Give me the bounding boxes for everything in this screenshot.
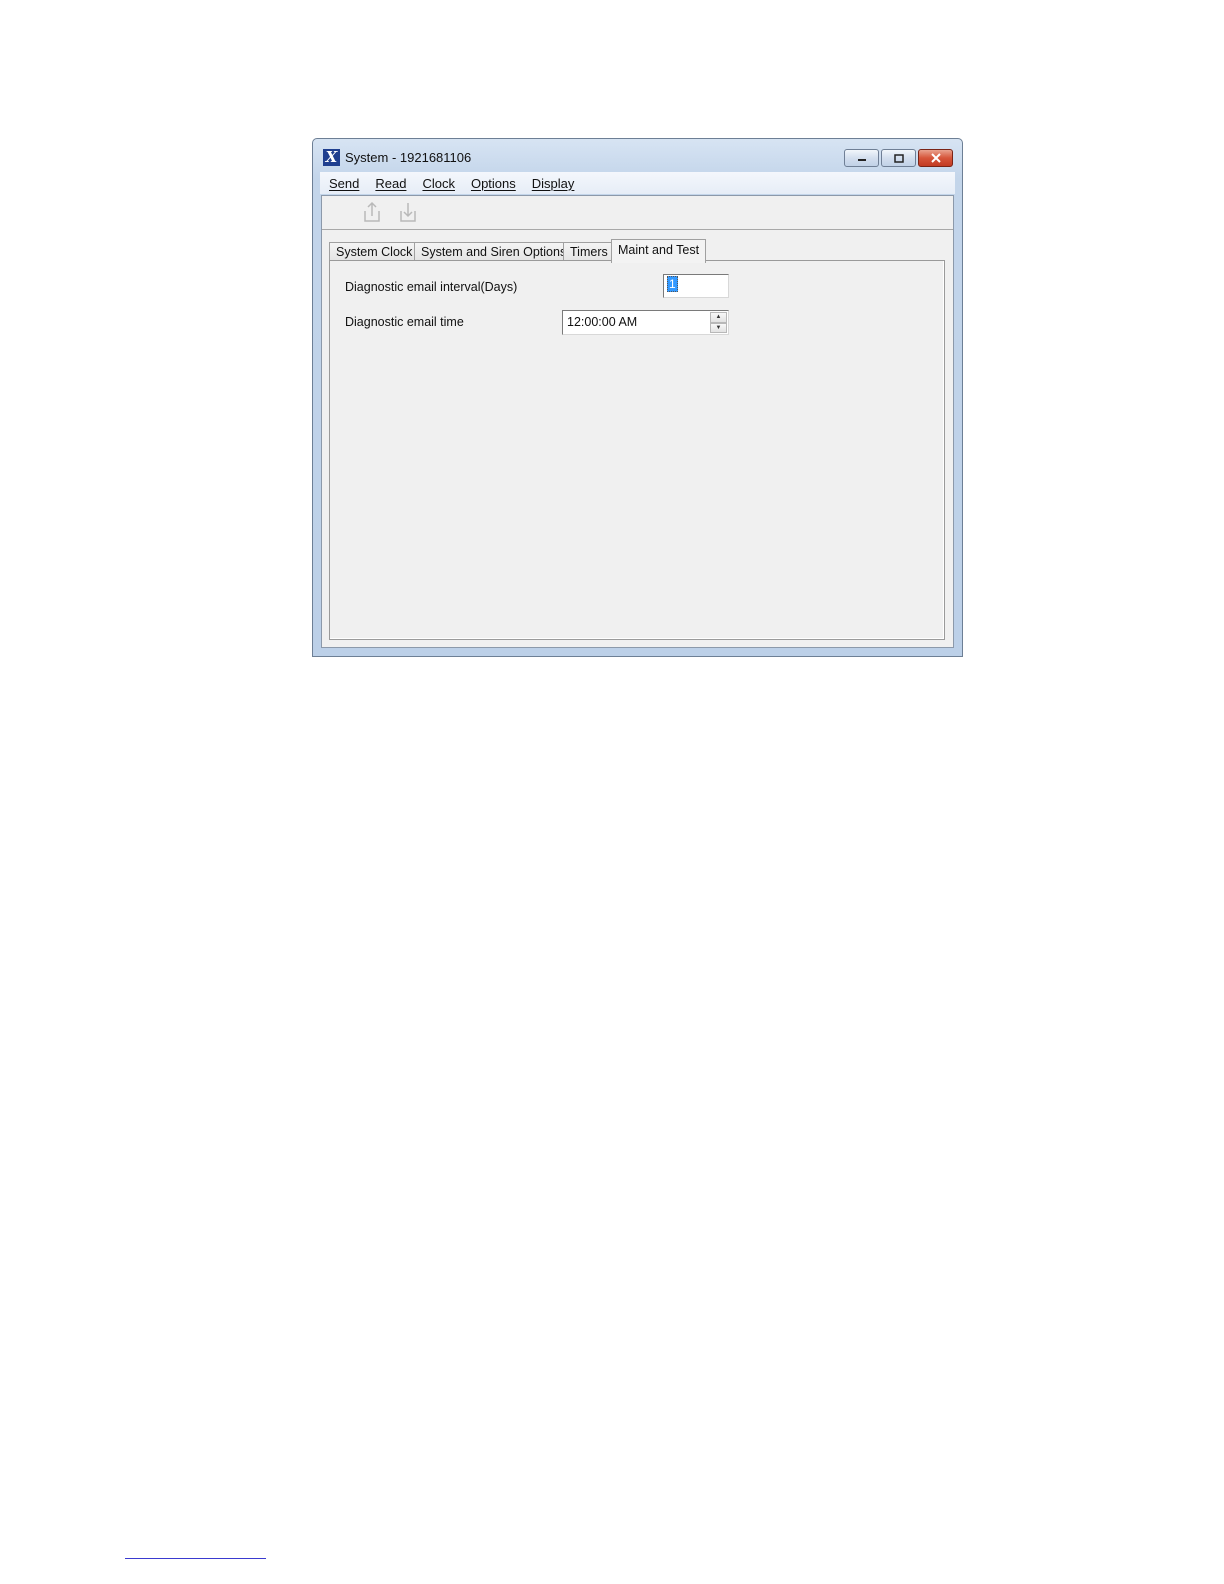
minimize-button[interactable] xyxy=(844,149,879,167)
tab-maint-and-test[interactable]: Maint and Test xyxy=(611,239,707,263)
diagnostic-interval-input[interactable]: 1 xyxy=(663,274,729,298)
time-spinner: ▲ ▼ xyxy=(710,312,727,333)
footnote-rule xyxy=(125,1558,266,1559)
minimize-icon xyxy=(857,159,866,161)
spin-down-button[interactable]: ▼ xyxy=(710,322,727,333)
system-window: X System - 1921681106 Send Read Clock Op… xyxy=(312,138,963,657)
send-toolbar-button[interactable] xyxy=(360,200,384,224)
close-button[interactable] xyxy=(918,149,953,167)
download-icon xyxy=(400,203,416,222)
close-icon xyxy=(930,153,941,163)
menu-read[interactable]: Read xyxy=(367,176,414,191)
tab-system-clock[interactable]: System Clock xyxy=(329,242,420,262)
diagnostic-time-value: 12:00:00 AM xyxy=(567,315,638,329)
app-icon: X xyxy=(323,149,340,166)
spin-up-button[interactable]: ▲ xyxy=(710,312,727,323)
upload-icon xyxy=(364,201,380,222)
diagnostic-time-picker[interactable]: 12:00:00 AM ▲ ▼ xyxy=(562,310,729,335)
maximize-icon xyxy=(893,153,904,163)
tab-timers[interactable]: Timers xyxy=(563,242,615,262)
menu-clock[interactable]: Clock xyxy=(414,176,463,191)
menu-options[interactable]: Options xyxy=(463,176,524,191)
maint-and-test-panel: Diagnostic email interval(Days) 1 Diagno… xyxy=(329,260,945,640)
read-toolbar-button[interactable] xyxy=(396,200,420,224)
diagnostic-time-label: Diagnostic email time xyxy=(345,315,464,329)
client-area: System Clock System and Siren Options Ti… xyxy=(321,195,954,648)
menu-send[interactable]: Send xyxy=(320,176,367,191)
tab-system-and-siren-options[interactable]: System and Siren Options xyxy=(414,242,574,262)
toolbar xyxy=(322,196,953,230)
window-title: System - 1921681106 xyxy=(345,150,472,165)
maximize-button[interactable] xyxy=(881,149,916,167)
diagnostic-interval-label: Diagnostic email interval(Days) xyxy=(345,280,518,294)
diagnostic-interval-value: 1 xyxy=(667,276,678,292)
menu-bar: Send Read Clock Options Display xyxy=(320,172,955,194)
title-bar[interactable]: X System - 1921681106 xyxy=(313,139,962,172)
menu-display[interactable]: Display xyxy=(524,176,583,191)
